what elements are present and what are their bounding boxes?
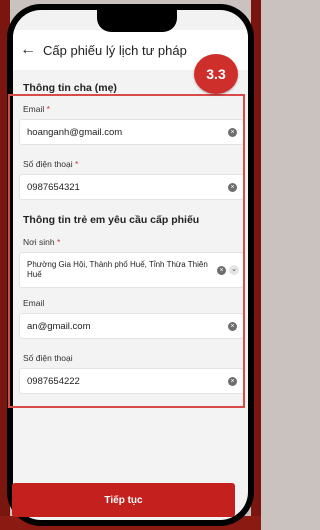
clear-icon[interactable]: × — [228, 182, 237, 192]
birthplace-select[interactable]: Phường Gia Hội, Thành phố Huế, Tỉnh Thừa… — [19, 252, 244, 288]
chevron-down-icon[interactable]: ⌄ — [229, 265, 239, 275]
child-email-value: an@gmail.com — [27, 320, 91, 332]
clear-icon[interactable]: × — [217, 265, 226, 275]
birthplace-label: Nơi sinh * — [23, 237, 61, 247]
back-arrow-icon[interactable]: ← — [17, 41, 39, 59]
parent-email-field[interactable]: hoanganh@gmail.com × — [19, 119, 244, 145]
parent-section-title: Thông tin cha (mẹ) — [23, 82, 117, 94]
parent-phone-field[interactable]: 0987654321 × — [19, 174, 244, 200]
child-section-title: Thông tin trẻ em yêu cầu cấp phiếu — [23, 214, 200, 226]
continue-button[interactable]: Tiếp tục — [12, 483, 235, 517]
parent-email-label: Email * — [23, 104, 50, 114]
child-phone-label: Số điện thoại — [23, 353, 73, 363]
birthplace-value: Phường Gia Hội, Thành phố Huế, Tỉnh Thừa… — [27, 260, 208, 279]
clear-icon[interactable]: × — [228, 321, 237, 331]
step-badge: 3.3 — [194, 54, 238, 94]
parent-phone-label: Số điện thoại * — [23, 159, 79, 169]
parent-phone-value: 0987654321 — [27, 181, 80, 193]
child-phone-value: 0987654222 — [27, 375, 80, 387]
clear-icon[interactable]: × — [228, 376, 237, 386]
page-title: Cấp phiếu lý lịch tư pháp — [43, 42, 187, 58]
child-email-field[interactable]: an@gmail.com × — [19, 313, 244, 339]
parent-email-value: hoanganh@gmail.com — [27, 126, 123, 138]
child-email-label: Email — [23, 298, 45, 308]
clear-icon[interactable]: × — [228, 127, 237, 137]
phone-notch — [97, 10, 177, 32]
form-content: Thông tin cha (mẹ) Email * hoanganh@gmai… — [13, 74, 248, 480]
child-phone-field[interactable]: 0987654222 × — [19, 368, 244, 394]
